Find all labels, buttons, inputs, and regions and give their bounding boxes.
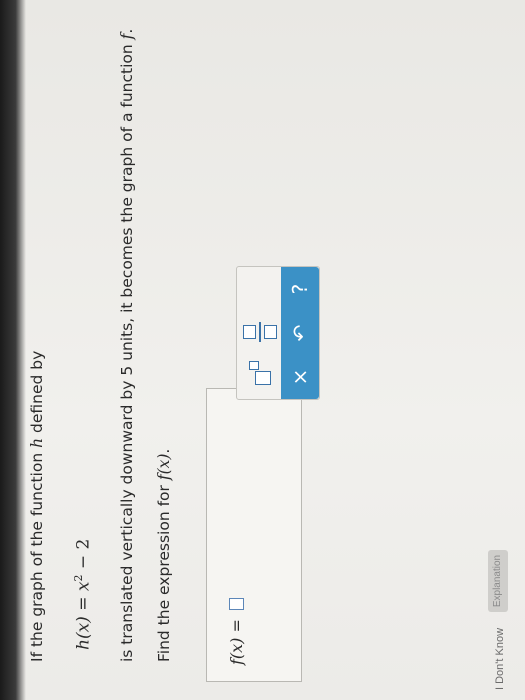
fraction-button[interactable] (243, 321, 277, 343)
undo-icon[interactable]: ↶ (288, 318, 312, 348)
function-name: f (118, 33, 136, 40)
question-text: units, it becomes the graph of a functio… (118, 39, 136, 366)
stage: If the graph of the function h defined b… (0, 0, 525, 700)
question-text: . (118, 28, 136, 34)
toolbox-bottom-row: × ↶ ? (281, 267, 319, 399)
question-text: is translated vertically downward by (118, 375, 136, 662)
clear-icon[interactable]: × (288, 362, 312, 392)
equals-sign: = (227, 613, 246, 638)
question-line-1: If the graph of the function h defined b… (28, 351, 46, 662)
explanation-button[interactable]: Explanation (488, 550, 508, 612)
question-line-4: Find the expression for f(x). (155, 449, 173, 662)
toolbox-top-row (237, 267, 281, 399)
exponent-button[interactable] (249, 359, 271, 385)
question-text: defined by (28, 350, 46, 438)
function-expression: f(x) (155, 453, 173, 481)
equation-exponent: 2 (72, 574, 85, 582)
question-text: Find the expression for (155, 480, 173, 662)
question-text: . (155, 448, 173, 454)
equation: h(x) = x2 − 2 (72, 539, 94, 650)
question-line-3: is translated vertically downward by 5 u… (118, 29, 136, 662)
question-text: If the graph of the function (28, 447, 46, 662)
exponent-base-icon (255, 371, 271, 385)
equals-sign: = (73, 591, 94, 617)
numerator-icon (243, 325, 256, 339)
equation-lhs: h(x) (73, 616, 94, 650)
dont-know-button[interactable]: I Don't Know (494, 628, 506, 690)
denominator-icon (264, 325, 277, 339)
answer-lhs: f(x) (227, 637, 246, 665)
equation-constant: − 2 (73, 538, 94, 575)
monitor-edge (0, 0, 26, 700)
answer-box[interactable]: f(x) = (206, 388, 302, 682)
answer-expression: f(x) = (227, 597, 246, 665)
math-toolbox: × ↶ ? (236, 266, 320, 400)
fraction-bar-icon (259, 322, 261, 342)
answer-input-slot[interactable] (229, 597, 244, 610)
function-name: h (28, 437, 46, 448)
equation-base: x (73, 581, 94, 592)
shift-amount: 5 (118, 365, 136, 376)
help-icon[interactable]: ? (288, 274, 312, 304)
exponent-power-icon (249, 361, 259, 370)
